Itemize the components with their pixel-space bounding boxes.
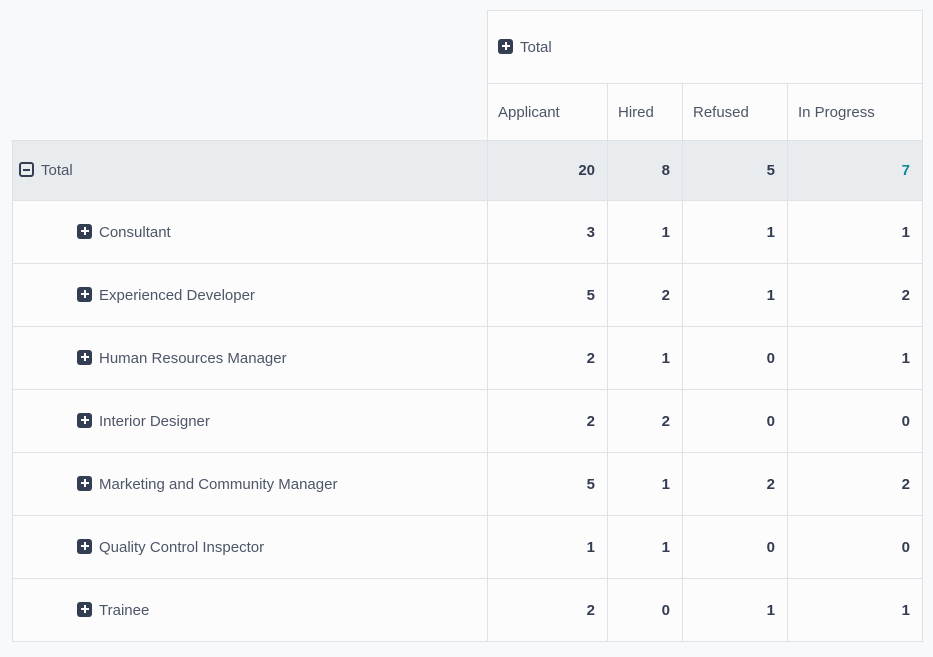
row-header-experienced-developer[interactable]: Experienced Developer	[13, 264, 488, 327]
cell-trainee-refused[interactable]: 1	[683, 579, 788, 642]
table-row-total: Total 20 8 5 7	[13, 141, 923, 201]
row-header-interior-designer[interactable]: Interior Designer	[13, 390, 488, 453]
row-label: Interior Designer	[99, 413, 210, 430]
cell-marketing-and-community-manager-in-progress[interactable]: 2	[788, 453, 923, 516]
cell-consultant-applicant[interactable]: 3	[488, 201, 608, 264]
pivot-table: Total Applicant Hired Refused In Progres…	[12, 10, 923, 642]
plus-square-icon	[77, 350, 92, 365]
cell-experienced-developer-hired[interactable]: 2	[608, 264, 683, 327]
cell-trainee-applicant[interactable]: 2	[488, 579, 608, 642]
table-row-interior-designer: Interior Designer 2 2 0 0	[13, 390, 923, 453]
cell-consultant-hired[interactable]: 1	[608, 201, 683, 264]
cell-total-refused[interactable]: 5	[683, 141, 788, 201]
plus-square-icon	[77, 287, 92, 302]
cell-experienced-developer-refused[interactable]: 1	[683, 264, 788, 327]
row-header-marketing-and-community-manager[interactable]: Marketing and Community Manager	[13, 453, 488, 516]
cell-marketing-and-community-manager-hired[interactable]: 1	[608, 453, 683, 516]
row-header-trainee[interactable]: Trainee	[13, 579, 488, 642]
cell-quality-control-inspector-applicant[interactable]: 1	[488, 516, 608, 579]
row-label: Trainee	[99, 602, 149, 619]
plus-square-icon	[77, 602, 92, 617]
cell-interior-designer-applicant[interactable]: 2	[488, 390, 608, 453]
table-row-trainee: Trainee 2 0 1 1	[13, 579, 923, 642]
cell-marketing-and-community-manager-applicant[interactable]: 5	[488, 453, 608, 516]
cell-total-applicant[interactable]: 20	[488, 141, 608, 201]
cell-human-resources-manager-applicant[interactable]: 2	[488, 327, 608, 390]
table-row-quality-control-inspector: Quality Control Inspector 1 1 0 0	[13, 516, 923, 579]
cell-quality-control-inspector-refused[interactable]: 0	[683, 516, 788, 579]
table-row-marketing-and-community-manager: Marketing and Community Manager 5 1 2 2	[13, 453, 923, 516]
measure-header-refused[interactable]: Refused	[683, 84, 788, 141]
measure-header-applicant[interactable]: Applicant	[488, 84, 608, 141]
cell-interior-designer-refused[interactable]: 0	[683, 390, 788, 453]
measure-header-in-progress[interactable]: In Progress	[788, 84, 923, 141]
cell-experienced-developer-applicant[interactable]: 5	[488, 264, 608, 327]
cell-human-resources-manager-in-progress[interactable]: 1	[788, 327, 923, 390]
plus-square-icon	[77, 413, 92, 428]
table-row-consultant: Consultant 3 1 1 1	[13, 201, 923, 264]
row-label: Marketing and Community Manager	[99, 476, 337, 493]
pivot-corner-cell	[13, 11, 488, 141]
cell-total-hired[interactable]: 8	[608, 141, 683, 201]
cell-interior-designer-in-progress[interactable]: 0	[788, 390, 923, 453]
table-row-human-resources-manager: Human Resources Manager 2 1 0 1	[13, 327, 923, 390]
row-header-quality-control-inspector[interactable]: Quality Control Inspector	[13, 516, 488, 579]
row-label: Human Resources Manager	[99, 350, 287, 367]
cell-consultant-in-progress[interactable]: 1	[788, 201, 923, 264]
measure-header-hired[interactable]: Hired	[608, 84, 683, 141]
minus-square-icon	[19, 162, 34, 177]
cell-human-resources-manager-hired[interactable]: 1	[608, 327, 683, 390]
row-header-consultant[interactable]: Consultant	[13, 201, 488, 264]
cell-quality-control-inspector-hired[interactable]: 1	[608, 516, 683, 579]
cell-interior-designer-hired[interactable]: 2	[608, 390, 683, 453]
cell-total-in-progress[interactable]: 7	[788, 141, 923, 201]
cell-human-resources-manager-refused[interactable]: 0	[683, 327, 788, 390]
plus-square-icon	[77, 476, 92, 491]
column-group-header-total[interactable]: Total	[488, 11, 923, 84]
cell-marketing-and-community-manager-refused[interactable]: 2	[683, 453, 788, 516]
row-label: Quality Control Inspector	[99, 539, 264, 556]
plus-square-icon	[77, 539, 92, 554]
cell-trainee-in-progress[interactable]: 1	[788, 579, 923, 642]
plus-square-icon	[498, 39, 513, 54]
plus-square-icon	[77, 224, 92, 239]
cell-quality-control-inspector-in-progress[interactable]: 0	[788, 516, 923, 579]
cell-consultant-refused[interactable]: 1	[683, 201, 788, 264]
row-header-total[interactable]: Total	[13, 141, 488, 201]
cell-experienced-developer-in-progress[interactable]: 2	[788, 264, 923, 327]
table-row-experienced-developer: Experienced Developer 5 2 1 2	[13, 264, 923, 327]
row-header-human-resources-manager[interactable]: Human Resources Manager	[13, 327, 488, 390]
cell-trainee-hired[interactable]: 0	[608, 579, 683, 642]
row-label: Consultant	[99, 224, 171, 241]
row-label: Experienced Developer	[99, 287, 255, 304]
pivot-table-view: Total Applicant Hired Refused In Progres…	[12, 10, 923, 642]
row-label: Total	[41, 162, 73, 179]
column-group-label: Total	[520, 39, 552, 56]
